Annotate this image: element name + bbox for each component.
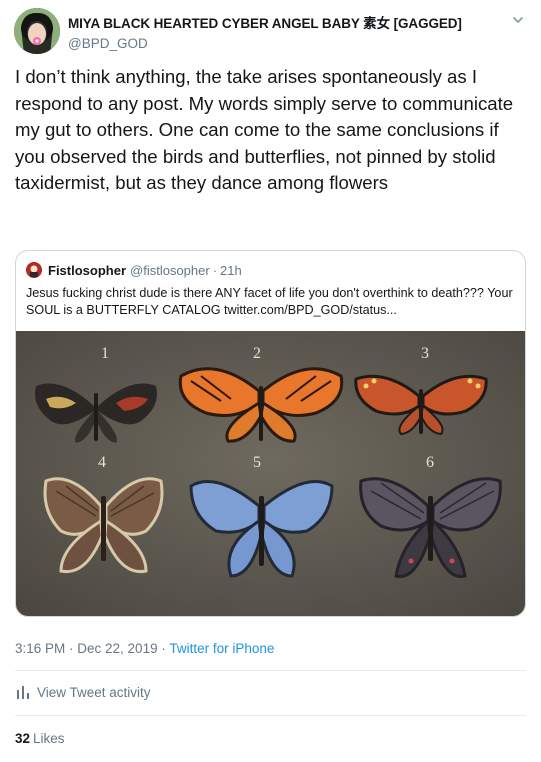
- likes-label: Likes: [33, 731, 65, 746]
- author-handle[interactable]: @BPD_GOD: [68, 36, 462, 51]
- author-display-name[interactable]: MIYA BLACK HEARTED CYBER ANGEL BABY 素女 […: [68, 12, 462, 32]
- quoted-display-name: Fistlosopher: [48, 262, 127, 278]
- likes-number: 32: [15, 731, 31, 746]
- divider: [15, 670, 526, 671]
- butterfly-number-3: 3: [421, 345, 429, 362]
- view-tweet-activity-label: View Tweet activity: [37, 685, 151, 700]
- tweet-header: MIYA BLACK HEARTED CYBER ANGEL BABY 素女 […: [14, 8, 534, 54]
- author-block: MIYA BLACK HEARTED CYBER ANGEL BABY 素女 […: [68, 12, 462, 51]
- quoted-time: 21h: [220, 262, 242, 278]
- butterfly-number-6: 6: [426, 454, 434, 471]
- quoted-handle: @fistlosopher: [130, 262, 210, 278]
- tweet-text: I don’t think anything, the take arises …: [15, 66, 514, 193]
- quoted-tweet-header: Fistlosopher @fistlosopher · 21h: [26, 262, 242, 278]
- author-avatar[interactable]: [14, 8, 60, 54]
- butterfly-number-5: 5: [253, 454, 261, 471]
- quoted-author-avatar: [26, 262, 42, 278]
- quoted-tweet[interactable]: Fistlosopher @fistlosopher · 21h Jesus f…: [15, 250, 526, 617]
- chevron-down-icon[interactable]: [510, 12, 526, 28]
- divider: [15, 715, 526, 716]
- butterfly-number-2: 2: [253, 345, 261, 362]
- butterfly-number-4: 4: [98, 454, 106, 471]
- quoted-separator: ·: [212, 262, 218, 278]
- meta-separator: ·: [157, 641, 170, 656]
- tweet-meta: 3:16 PM · Dec 22, 2019 · Twitter for iPh…: [15, 641, 274, 656]
- tweet-timestamp[interactable]: 3:16 PM · Dec 22, 2019: [15, 641, 158, 656]
- tweet-source-link[interactable]: Twitter for iPhone: [169, 641, 274, 656]
- butterfly-number-1: 1: [101, 345, 109, 362]
- butterfly-catalog-image[interactable]: 1 2 3 4 5 6: [16, 331, 525, 616]
- quoted-text: Jesus fucking christ dude is there ANY f…: [26, 286, 513, 317]
- bar-chart-icon: [17, 686, 29, 699]
- likes-count[interactable]: 32 Likes: [15, 731, 65, 746]
- view-tweet-activity-button[interactable]: View Tweet activity: [17, 685, 151, 700]
